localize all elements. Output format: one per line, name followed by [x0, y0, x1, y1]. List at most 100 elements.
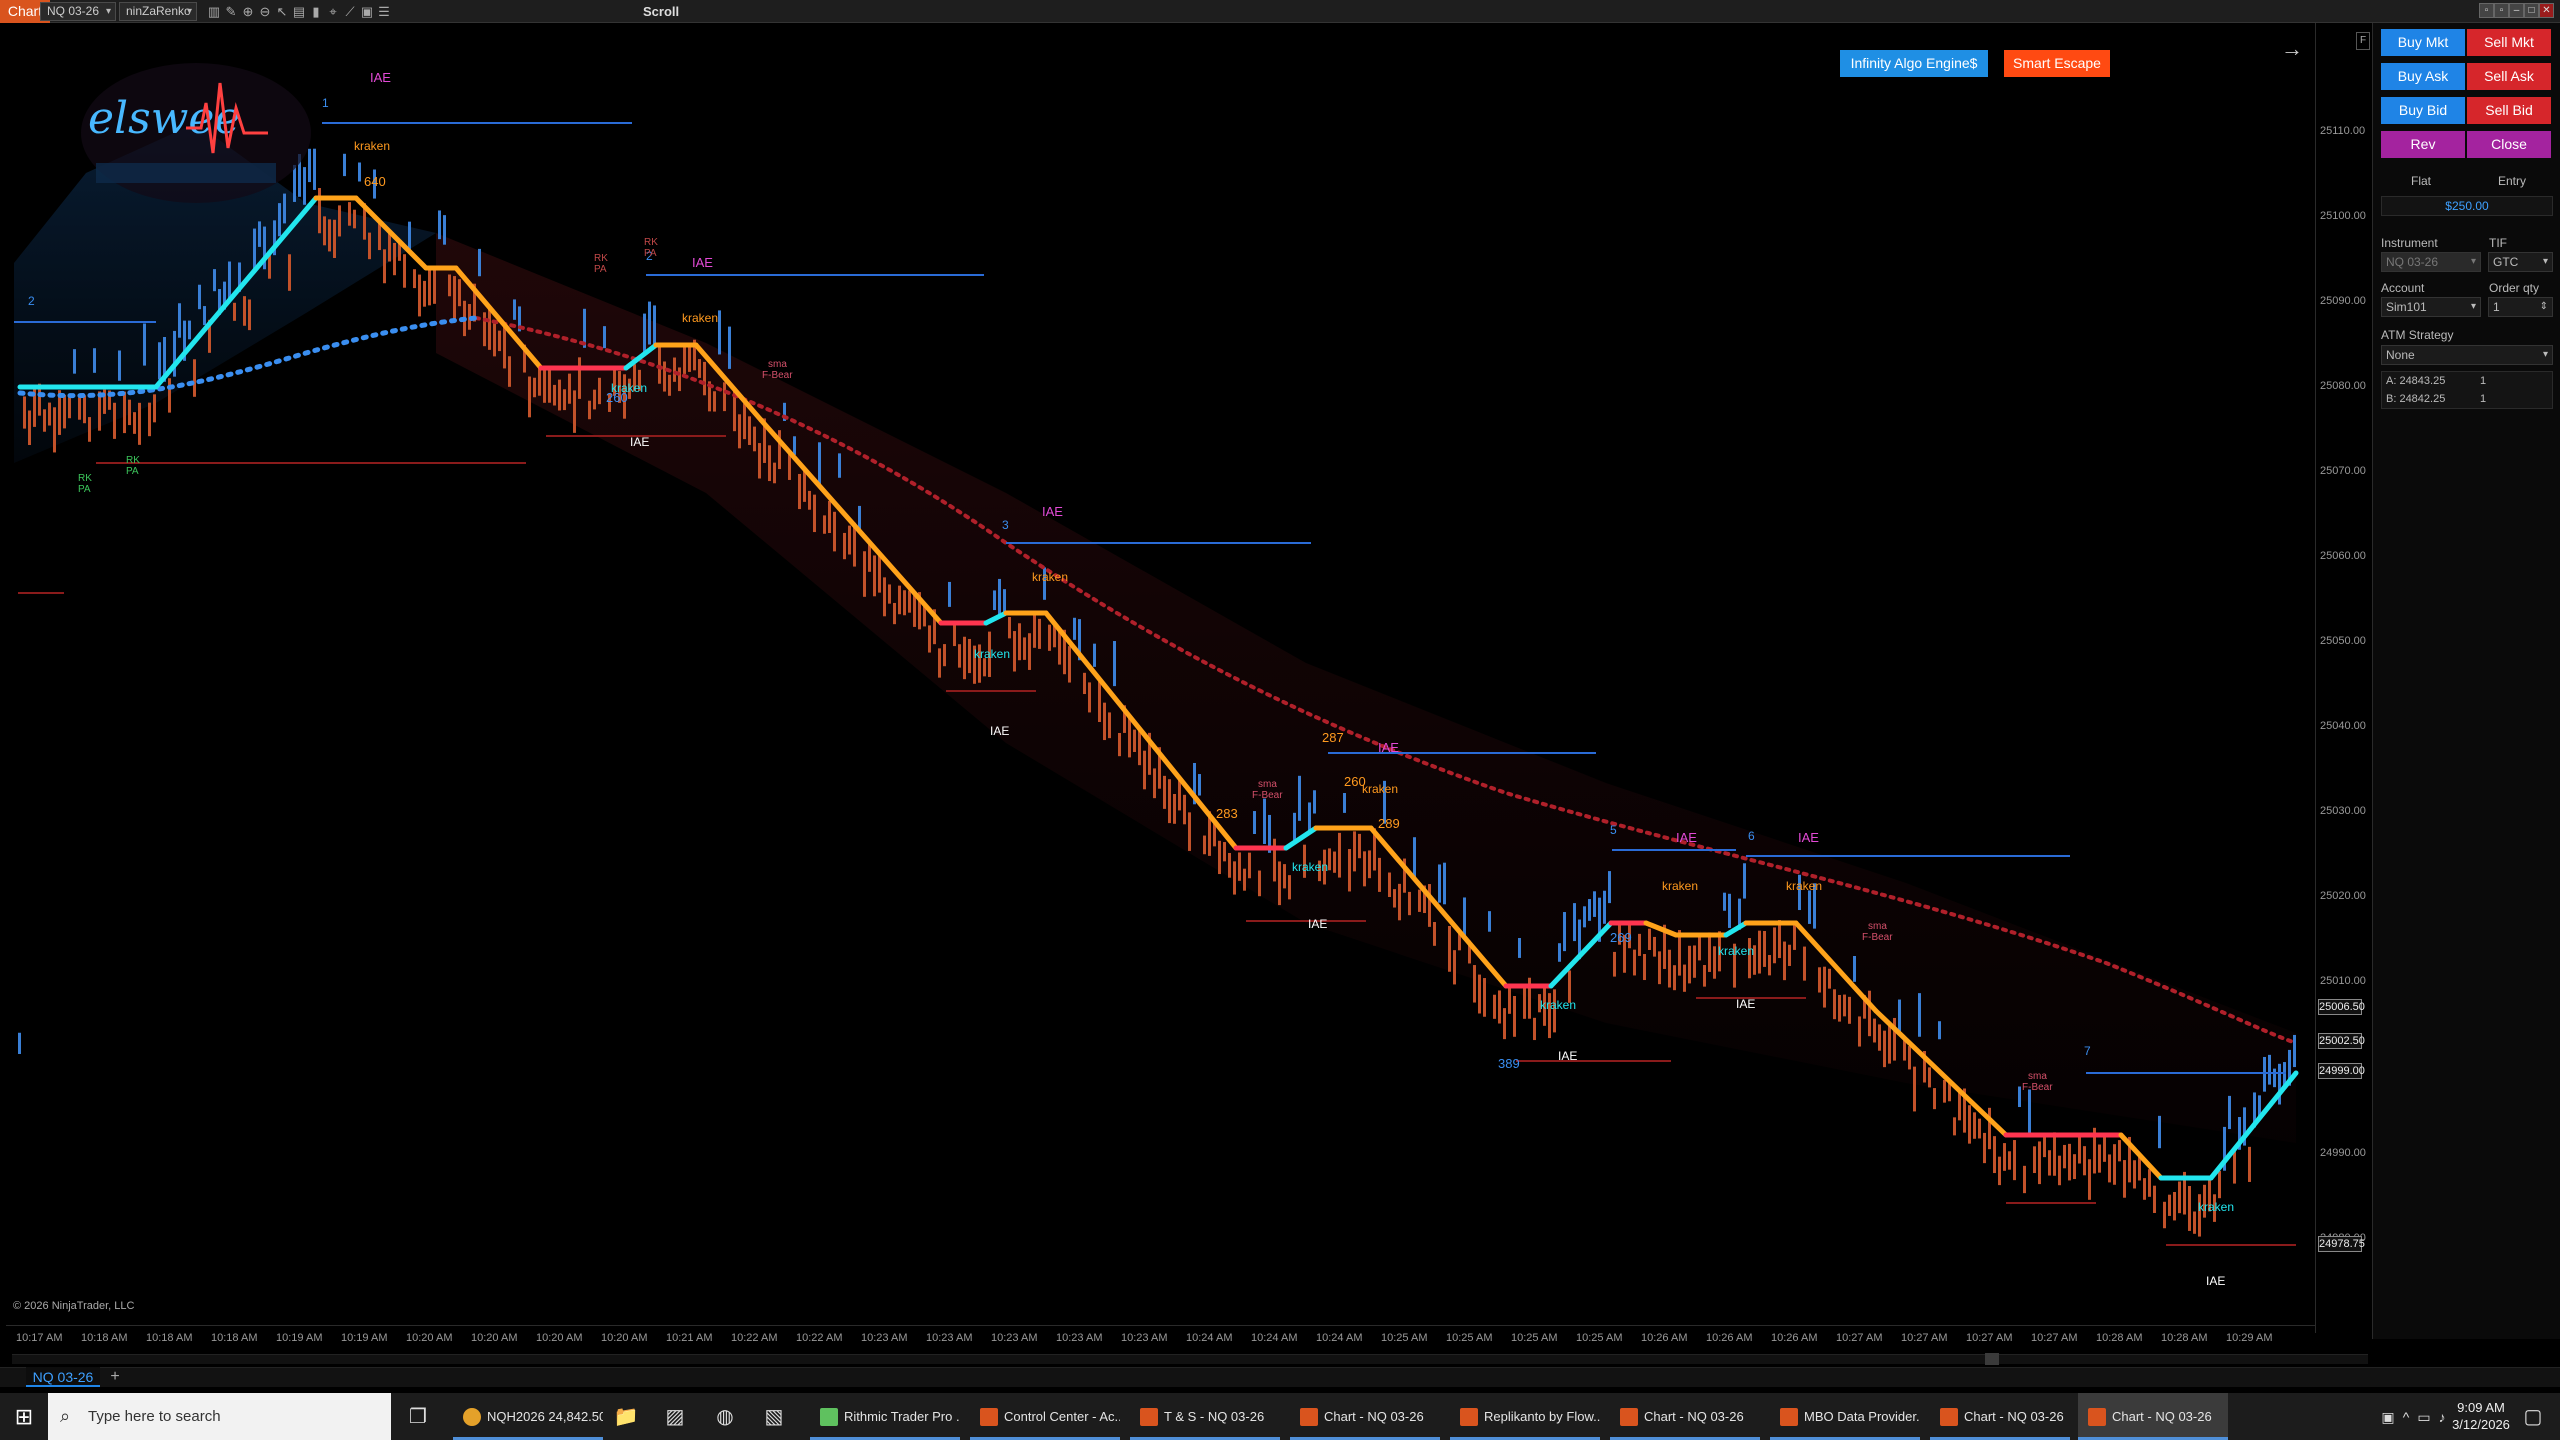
price-chart[interactable]: elswee IAE IAE IAE IAE IAE IAE IAE IAE IAE IAE IAE… — [6, 23, 2366, 1339]
maximize-icon[interactable]: □ — [2524, 3, 2539, 18]
add-tab-button[interactable]: + — [107, 1367, 123, 1387]
kraken-label: kraken — [354, 139, 391, 153]
crosshair-icon[interactable]: ⌖ — [324, 3, 342, 20]
f-toggle[interactable]: F — [2356, 32, 2370, 50]
sell-ask-button[interactable]: Sell Ask — [2467, 63, 2551, 90]
time-axis-label: 10:27 AM — [1836, 1332, 1883, 1344]
time-axis-label: 10:28 AM — [2161, 1332, 2208, 1344]
data-box-icon[interactable]: ▣ — [358, 3, 376, 20]
time-axis-label: 10:20 AM — [471, 1332, 518, 1344]
arrow-right-icon[interactable]: → — [2281, 36, 2303, 62]
time-axis-label: 10:20 AM — [536, 1332, 583, 1344]
taskbar-app-item[interactable]: T & S - NQ 03-26 — [1130, 1393, 1280, 1440]
chevron-down-icon: ▾ — [2542, 349, 2548, 360]
scroll-label[interactable]: Scroll — [643, 0, 679, 23]
time-axis-label: 10:19 AM — [276, 1332, 323, 1344]
price-axis-label: 25110.00 — [2320, 125, 2366, 137]
zoom-in-icon[interactable]: ⊕ — [239, 3, 257, 20]
buy-ask-button[interactable]: Buy Ask — [2381, 63, 2465, 90]
chart-horizontal-scrollbar[interactable] — [12, 1354, 2368, 1364]
chart-tab-bar — [0, 1367, 2560, 1387]
chevron-down-icon: ▾ — [2542, 256, 2548, 267]
template-icon[interactable]: ▤ — [290, 3, 308, 20]
instrument-selector[interactable]: NQ 03-26 ▾ — [40, 2, 116, 21]
properties-icon[interactable]: ☰ — [375, 3, 393, 20]
time-axis-label: 10:18 AM — [211, 1332, 258, 1344]
taskbar-app-item[interactable]: Replikanto by Flow... — [1450, 1393, 1600, 1440]
app-icon — [980, 1408, 998, 1426]
notification-icon[interactable]: ▢ — [2519, 1403, 2547, 1431]
drawing-tool-icon[interactable]: ✎ — [222, 3, 240, 20]
taskbar-search-input[interactable]: ⌕ Type here to search — [48, 1393, 391, 1440]
price-axis-label: 25060.00 — [2320, 550, 2366, 562]
pinned-app-icon[interactable]: ◍ — [711, 1403, 739, 1431]
sell-market-button[interactable]: Sell Mkt — [2467, 29, 2551, 56]
time-axis-label: 10:27 AM — [1901, 1332, 1948, 1344]
reverse-button[interactable]: Rev — [2381, 131, 2465, 158]
task-view-icon[interactable]: ❐ — [404, 1403, 432, 1431]
panel-icon[interactable]: ▮ — [307, 3, 325, 20]
bar-style-icon[interactable]: ▥ — [205, 3, 223, 20]
account-select[interactable]: Sim101 ▾ — [2381, 297, 2481, 317]
pinned-app-icon[interactable]: ▨ — [661, 1403, 689, 1431]
close-position-button[interactable]: Close — [2467, 131, 2551, 158]
iae-label: IAE — [990, 724, 1010, 738]
strategy-icon[interactable]: ⟋ — [341, 3, 359, 20]
taskbar-app-item[interactable]: Chart - NQ 03-26 — [1930, 1393, 2070, 1440]
tif-select[interactable]: GTC ▾ — [2488, 252, 2553, 272]
sell-bid-button[interactable]: Sell Bid — [2467, 97, 2551, 124]
taskbar-app-item[interactable]: NQH2026 24,842.50... — [453, 1393, 603, 1440]
app-icon — [1300, 1408, 1318, 1426]
quote-box: A: 24843.25 1 B: 24842.25 1 — [2381, 371, 2553, 409]
smart-escape-button[interactable]: Smart Escape — [2004, 50, 2110, 77]
taskbar-clock[interactable]: 9:09 AM 3/12/2026 — [2446, 1399, 2516, 1433]
ask-price: A: 24843.25 — [2386, 375, 2446, 387]
buy-market-button[interactable]: Buy Mkt — [2381, 29, 2465, 56]
price-marker: 25002.50 — [2318, 1033, 2365, 1049]
price-marker: 24999.00 — [2318, 1063, 2365, 1079]
fbear-label: F-Bear — [2022, 1082, 2053, 1093]
taskbar-app-item[interactable]: Chart - NQ 03-26 — [1290, 1393, 1440, 1440]
minimize-icon[interactable]: – — [2509, 3, 2524, 18]
taskbar-app-item[interactable]: Control Center - Ac... — [970, 1393, 1120, 1440]
pinned-app-icon[interactable]: ▧ — [760, 1403, 788, 1431]
taskbar-app-item[interactable]: Chart - NQ 03-26 — [2078, 1393, 2228, 1440]
taskbar-app-item[interactable]: Chart - NQ 03-26 — [1610, 1393, 1760, 1440]
fbear-label: F-Bear — [1862, 932, 1893, 943]
order-qty-label: Order qty — [2489, 281, 2540, 295]
pointer-icon[interactable]: ↖ — [273, 3, 291, 20]
bid-qty: 1 — [2480, 393, 2487, 405]
close-icon[interactable]: ✕ — [2539, 3, 2554, 18]
scrollbar-thumb[interactable] — [1985, 1353, 1999, 1365]
windows-start-icon[interactable]: ⊞ — [8, 1401, 40, 1433]
account-label: Account — [2381, 281, 2425, 295]
window-float-icon[interactable]: ▫ — [2494, 3, 2509, 18]
time-axis-label: 10:29 AM — [2226, 1332, 2273, 1344]
taskbar-app-item[interactable]: MBO Data Provider... — [1770, 1393, 1920, 1440]
time-axis-label: 10:17 AM — [16, 1332, 63, 1344]
taskbar-app-item[interactable]: Rithmic Trader Pro ... — [810, 1393, 960, 1440]
value-label: 269 — [1610, 930, 1632, 945]
price-axis[interactable]: 25110.00 25100.00 25090.00 25080.00 25070.00… — [2315, 23, 2366, 1333]
file-explorer-icon[interactable]: 📁 — [612, 1403, 640, 1431]
rk-label: RK — [644, 237, 658, 248]
instrument-select[interactable]: NQ 03-26 ▾ — [2381, 252, 2481, 272]
entry-label: Entry — [2498, 174, 2527, 188]
pnl-display: $250.00 — [2381, 196, 2553, 216]
order-qty-stepper[interactable]: 1 ⇕ — [2488, 297, 2553, 317]
time-axis-label: 10:25 AM — [1511, 1332, 1558, 1344]
time-axis-label: 10:21 AM — [666, 1332, 713, 1344]
tab-nq-03-26[interactable]: NQ 03-26 — [26, 1367, 100, 1387]
bar-type-selector[interactable]: ninZaRenko 20/5 ▾ — [119, 2, 197, 35]
app-icon — [1140, 1408, 1158, 1426]
window-tile-icon[interactable]: ▫ — [2479, 3, 2494, 18]
windows-taskbar: ⊞ ⌕ Type here to search ❐ NQH2026 24,842… — [0, 1393, 2560, 1440]
zoom-out-icon[interactable]: ⊖ — [256, 3, 274, 20]
time-axis-label: 10:27 AM — [1966, 1332, 2013, 1344]
stepper-icon[interactable]: ⇕ — [2540, 298, 2548, 316]
wave-label: 1 — [322, 96, 329, 110]
infinity-algo-button[interactable]: Infinity Algo Engine$ — [1840, 50, 1988, 77]
time-axis[interactable]: 10:17 AM 10:18 AM 10:18 AM 10:18 AM 10:19 AM… — [6, 1325, 2316, 1345]
buy-bid-button[interactable]: Buy Bid — [2381, 97, 2465, 124]
atm-strategy-select[interactable]: None ▾ — [2381, 345, 2553, 365]
